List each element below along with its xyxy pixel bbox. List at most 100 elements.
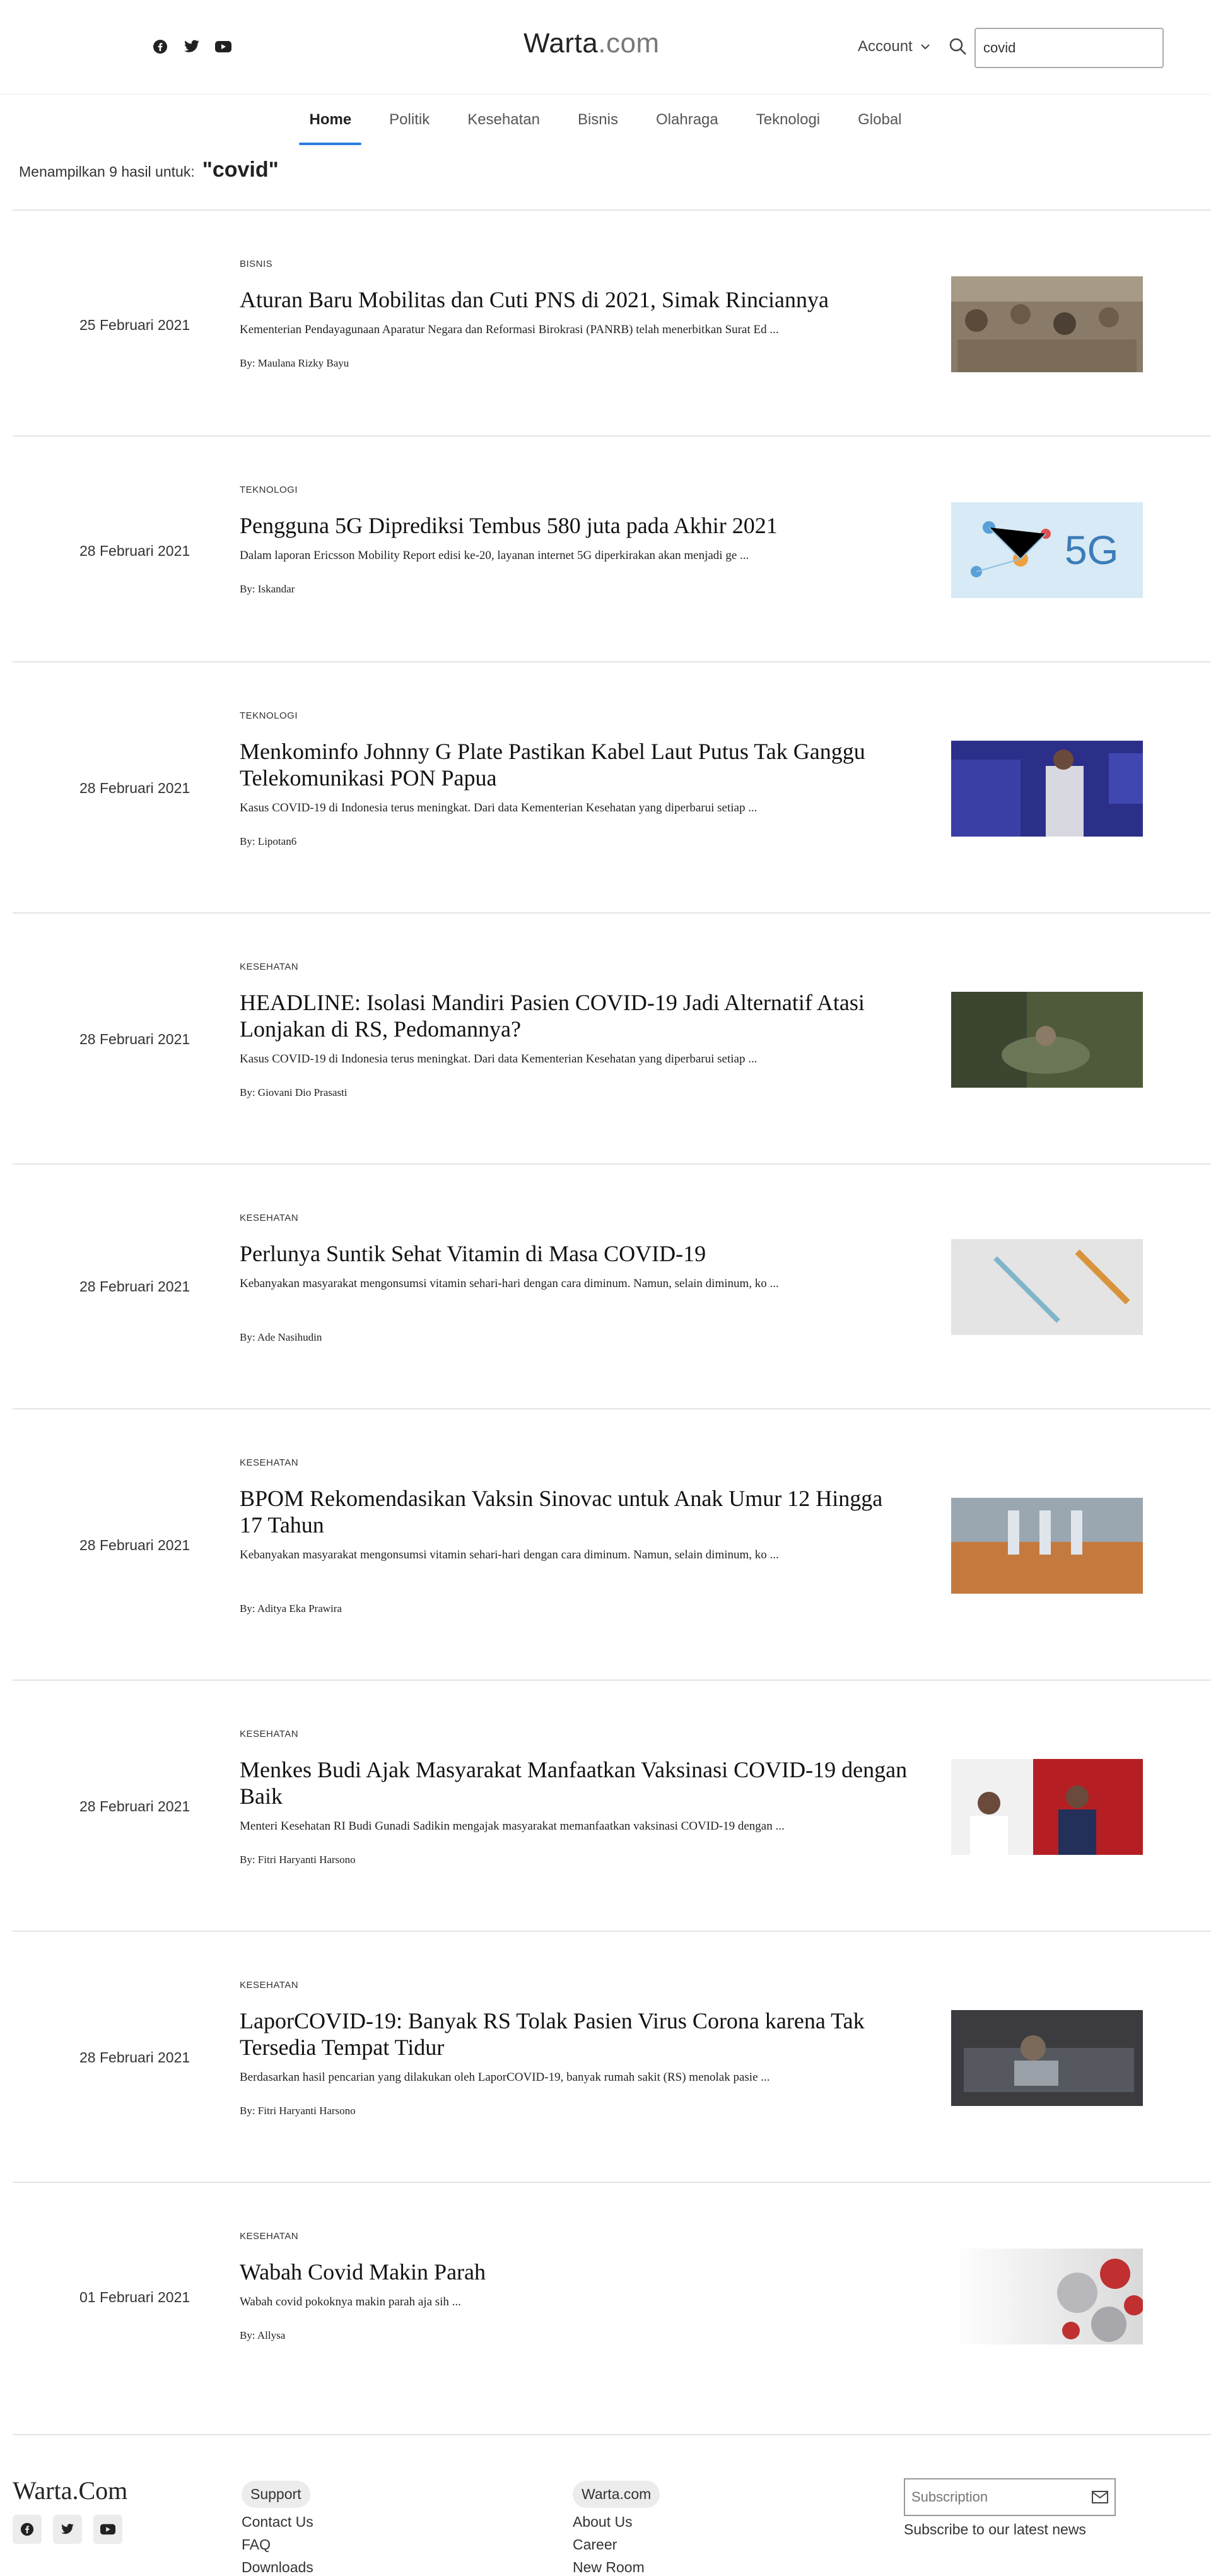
- article-thumbnail[interactable]: [951, 2010, 1143, 2106]
- article-item[interactable]: 28 Februari 2021 KESEHATAN LaporCOVID-19…: [13, 1931, 1211, 2182]
- article-category[interactable]: KESEHATAN: [240, 1729, 298, 1739]
- article-author: By: Allysa: [240, 2329, 286, 2341]
- tab-teknologi[interactable]: Teknologi: [737, 95, 839, 145]
- footer-link-downloads[interactable]: Downloads: [242, 2558, 313, 2576]
- article-excerpt: Kasus COVID-19 di Indonesia terus mening…: [240, 801, 758, 815]
- footer-brand[interactable]: Warta.Com: [13, 2476, 127, 2505]
- article-date: 28 Februari 2021: [79, 1278, 190, 1295]
- footer-link-newroom[interactable]: New Room: [573, 2558, 660, 2576]
- account-label: Account: [858, 38, 913, 55]
- footer-link-contact[interactable]: Contact Us: [242, 2513, 313, 2531]
- article-category[interactable]: TEKNOLOGI: [240, 485, 298, 495]
- article-date: 28 Februari 2021: [79, 1031, 190, 1047]
- footer-link-about[interactable]: About Us: [573, 2513, 660, 2531]
- subscribe-caption: Subscribe to our latest news: [904, 2521, 1086, 2538]
- article-item[interactable]: 28 Februari 2021 KESEHATAN Menkes Budi A…: [13, 1679, 1211, 1931]
- article-thumbnail[interactable]: [951, 276, 1143, 372]
- tab-global[interactable]: Global: [839, 95, 920, 145]
- logo-suffix: .com: [598, 28, 660, 59]
- article-item[interactable]: 28 Februari 2021 KESEHATAN BPOM Rekomend…: [13, 1408, 1211, 1679]
- article-item[interactable]: 25 Februari 2021 BISNIS Aturan Baru Mobi…: [13, 209, 1211, 435]
- article-category[interactable]: KESEHATAN: [240, 2231, 298, 2242]
- tab-olahraga[interactable]: Olahraga: [637, 95, 737, 145]
- article-author: By: Ade Nasihudin: [240, 1331, 322, 1343]
- footer-divider: [13, 2434, 1211, 2435]
- article-author: By: Aditya Eka Prawira: [240, 1603, 342, 1614]
- footer-link-career[interactable]: Career: [573, 2536, 660, 2553]
- footer-company-heading: Warta.com: [573, 2481, 660, 2508]
- article-thumbnail[interactable]: [951, 1239, 1143, 1335]
- mail-icon[interactable]: [1092, 2491, 1108, 2503]
- article-thumbnail[interactable]: [951, 992, 1143, 1088]
- article-date: 25 Februari 2021: [79, 317, 190, 333]
- article-excerpt: Kebanyakan masyarakat mengonsumsi vitami…: [240, 1277, 779, 1290]
- tab-bisnis[interactable]: Bisnis: [559, 95, 637, 145]
- site-header: Warta.com Account: [0, 0, 1211, 95]
- article-category[interactable]: KESEHATAN: [240, 1980, 298, 1991]
- facebook-icon[interactable]: [151, 38, 169, 56]
- logo-main: Warta: [524, 28, 599, 59]
- account-menu[interactable]: Account: [858, 38, 930, 56]
- article-thumbnail[interactable]: [951, 1498, 1143, 1594]
- result-query: "covid": [202, 158, 279, 182]
- article-title[interactable]: Aturan Baru Mobilitas dan Cuti PNS di 20…: [240, 286, 908, 313]
- search-icon[interactable]: [948, 37, 968, 57]
- footer-support-column: Support Contact Us FAQ Downloads: [242, 2481, 313, 2576]
- article-thumbnail[interactable]: [951, 741, 1143, 837]
- twitter-icon[interactable]: [183, 38, 201, 56]
- tab-politik[interactable]: Politik: [370, 95, 448, 145]
- subscription-form: [904, 2478, 1116, 2516]
- article-thumbnail[interactable]: [951, 1759, 1143, 1855]
- category-nav: Home Politik Kesehatan Bisnis Olahraga T…: [0, 95, 1211, 145]
- article-title[interactable]: Menkes Budi Ajak Masyarakat Manfaatkan V…: [240, 1756, 908, 1809]
- article-item[interactable]: 28 Februari 2021 KESEHATAN Perlunya Sunt…: [13, 1163, 1211, 1408]
- twitter-icon[interactable]: [53, 2515, 82, 2544]
- article-thumbnail[interactable]: [951, 2249, 1143, 2344]
- search-result-info: Menampilkan 9 hasil untuk: "covid": [19, 158, 279, 182]
- footer-link-faq[interactable]: FAQ: [242, 2536, 313, 2553]
- search-input[interactable]: [974, 28, 1164, 68]
- article-title[interactable]: Perlunya Suntik Sehat Vitamin di Masa CO…: [240, 1240, 908, 1267]
- article-author: By: Giovani Dio Prasasti: [240, 1086, 348, 1098]
- article-author: By: Maulana Rizky Bayu: [240, 357, 349, 369]
- article-category[interactable]: KESEHATAN: [240, 962, 298, 972]
- article-date: 28 Februari 2021: [79, 1537, 190, 1553]
- article-category[interactable]: KESEHATAN: [240, 1457, 298, 1468]
- article-category[interactable]: BISNIS: [240, 259, 272, 269]
- footer-social-links: [13, 2515, 122, 2544]
- article-date: 28 Februari 2021: [79, 543, 190, 559]
- article-item[interactable]: 01 Februari 2021 KESEHATAN Wabah Covid M…: [13, 2182, 1211, 2434]
- footer-support-heading: Support: [242, 2481, 310, 2508]
- article-excerpt: Menteri Kesehatan RI Budi Gunadi Sadikin…: [240, 1820, 785, 1833]
- article-category[interactable]: TEKNOLOGI: [240, 710, 298, 721]
- article-excerpt: Kasus COVID-19 di Indonesia terus mening…: [240, 1052, 758, 1066]
- article-title[interactable]: BPOM Rekomendasikan Vaksin Sinovac untuk…: [240, 1485, 908, 1538]
- article-title[interactable]: Wabah Covid Makin Parah: [240, 2259, 908, 2285]
- article-thumbnail[interactable]: 5G: [951, 502, 1143, 598]
- article-title[interactable]: Menkominfo Johnny G Plate Pastikan Kabel…: [240, 738, 908, 791]
- tab-home[interactable]: Home: [290, 95, 370, 145]
- site-logo[interactable]: Warta.com: [524, 28, 660, 59]
- footer-company-column: Warta.com About Us Career New Room: [573, 2481, 660, 2576]
- youtube-icon[interactable]: [214, 38, 232, 56]
- article-title[interactable]: HEADLINE: Isolasi Mandiri Pasien COVID-1…: [240, 989, 908, 1042]
- article-title[interactable]: Pengguna 5G Diprediksi Tembus 580 juta p…: [240, 512, 908, 539]
- article-author: By: Iskandar: [240, 583, 295, 595]
- article-item[interactable]: 28 Februari 2021 KESEHATAN HEADLINE: Iso…: [13, 912, 1211, 1163]
- subscription-input[interactable]: [911, 2489, 1075, 2505]
- chevron-down-icon: [921, 44, 930, 50]
- article-title[interactable]: LaporCOVID-19: Banyak RS Tolak Pasien Vi…: [240, 2008, 908, 2061]
- article-category[interactable]: KESEHATAN: [240, 1213, 298, 1223]
- article-item[interactable]: 28 Februari 2021 TEKNOLOGI Pengguna 5G D…: [13, 435, 1211, 661]
- facebook-icon[interactable]: [13, 2515, 42, 2544]
- youtube-icon[interactable]: [93, 2515, 122, 2544]
- article-date: 28 Februari 2021: [79, 780, 190, 796]
- article-author: By: Fitri Haryanti Harsono: [240, 2105, 356, 2117]
- article-author: By: Fitri Haryanti Harsono: [240, 1854, 356, 1866]
- article-item[interactable]: 28 Februari 2021 TEKNOLOGI Menkominfo Jo…: [13, 661, 1211, 912]
- tab-kesehatan[interactable]: Kesehatan: [448, 95, 559, 145]
- article-excerpt: Wabah covid pokoknya makin parah aja sih…: [240, 2295, 461, 2308]
- header-social-links: [151, 38, 232, 56]
- svg-text:5G: 5G: [1065, 527, 1118, 573]
- article-excerpt: Kebanyakan masyarakat mengonsumsi vitami…: [240, 1548, 779, 1561]
